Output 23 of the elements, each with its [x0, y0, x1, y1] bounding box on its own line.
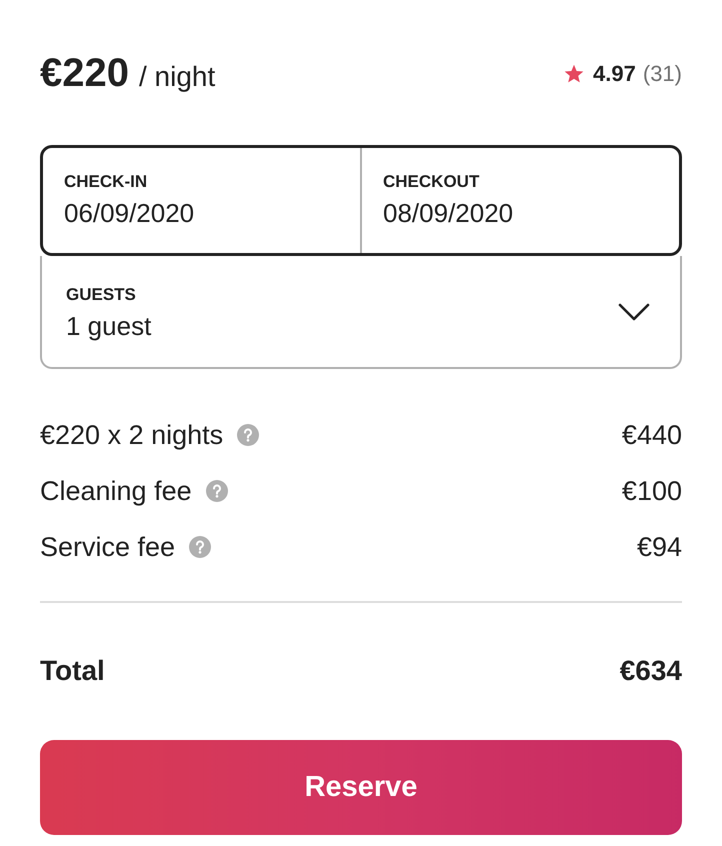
total-label: Total: [40, 654, 105, 688]
date-value: 08/09/2020: [383, 197, 514, 230]
star-icon: [564, 64, 584, 82]
chevron-down-icon: [618, 302, 650, 320]
price-text: €220: [40, 53, 129, 93]
line-item-label: €220 x 2 nights: [40, 418, 224, 452]
line-item-label: Service fee: [40, 530, 176, 564]
line-item-label: Cleaning fee: [40, 474, 192, 508]
field-label: GUESTS: [66, 284, 137, 306]
reserve-button[interactable]: Reserve: [40, 740, 682, 835]
line-item-amount: €440: [622, 418, 682, 452]
guests-dropdown[interactable]: GUESTS 1 guest: [40, 256, 682, 369]
field-label: CHECKOUT: [383, 171, 480, 193]
line-item-amount: €100: [622, 474, 682, 508]
field-label: CHECK-IN: [64, 171, 148, 193]
guests-value: 1 guest: [66, 310, 152, 342]
per-night-text: / night: [138, 63, 216, 91]
review-count-text: (31): [642, 60, 682, 88]
date-picker[interactable]: CHECK-IN 06/09/2020 CHECKOUT 08/09/2020: [40, 145, 682, 256]
rating-text: 4.97: [593, 60, 636, 88]
date-value: 06/09/2020: [64, 197, 196, 230]
total-amount: €634: [620, 654, 682, 688]
line-item-amount: €94: [636, 530, 682, 564]
